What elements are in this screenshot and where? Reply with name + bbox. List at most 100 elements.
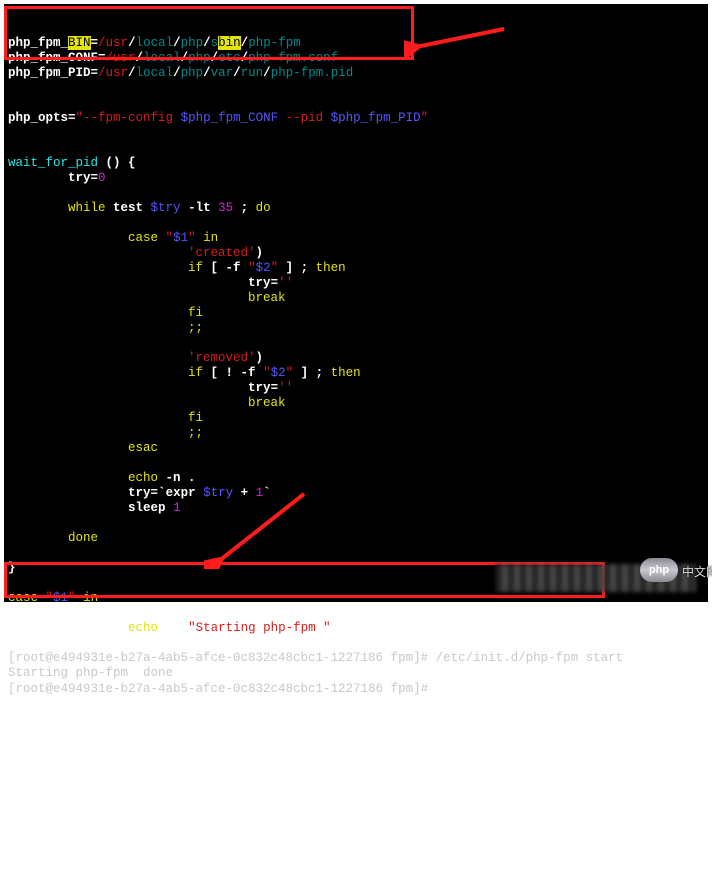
- code-token: ": [271, 261, 279, 275]
- code-token: $php_fpm_CONF: [181, 111, 279, 125]
- code-token: php_fpm_: [8, 36, 68, 50]
- code-line: Starting php-fpm done: [8, 666, 704, 681]
- code-token: ;;: [8, 321, 203, 335]
- code-token: --pid: [278, 111, 331, 125]
- code-token: in: [203, 231, 218, 245]
- code-token: php-fpm: [248, 36, 301, 50]
- watermark-text: 中文网: [682, 566, 712, 578]
- code-token: [8, 351, 188, 365]
- code-token: try: [248, 381, 271, 395]
- code-token: expr: [166, 486, 204, 500]
- code-token: $1: [53, 591, 68, 605]
- code-token: while: [68, 201, 106, 215]
- code-token: =: [68, 111, 76, 125]
- code-token: $php_fpm_PID: [331, 111, 421, 125]
- code-token: php-fpm.conf: [248, 51, 338, 65]
- code-token: [8, 471, 128, 485]
- code-token: +: [233, 486, 256, 500]
- code-line: break: [8, 291, 704, 306]
- code-token: /: [203, 36, 211, 50]
- code-token: [8, 276, 248, 290]
- code-line: "/etc/rc.d/init.d/php-fpm" 156L, 2411C w…: [8, 636, 704, 651]
- code-line: [8, 186, 704, 201]
- code-token: bin: [218, 36, 241, 50]
- code-token: $try: [203, 486, 233, 500]
- terminal[interactable]: php_fpm_BIN=/usr/local/php/sbin/php-fpmp…: [4, 4, 708, 602]
- code-token: [8, 261, 188, 275]
- code-token: -n: [158, 621, 188, 635]
- code-line: case "$1" in: [8, 231, 704, 246]
- code-token: $2: [271, 366, 286, 380]
- code-line: php_fpm_CONF=/usr/local/php/etc/php-fpm.…: [8, 51, 704, 66]
- code-token: =: [91, 66, 99, 80]
- code-token: 'removed': [188, 351, 256, 365]
- code-token: [196, 231, 204, 245]
- code-token: [root@e494931e-b27a-4ab5-afce-0c832c48cb…: [8, 651, 623, 665]
- code-line: [8, 81, 704, 96]
- code-content: php_fpm_BIN=/usr/local/php/sbin/php-fpmp…: [8, 36, 704, 697]
- code-token: [8, 411, 188, 425]
- code-token: (): [106, 156, 121, 170]
- code-token: =: [271, 381, 279, 395]
- code-token: =: [98, 51, 106, 65]
- code-line: [8, 126, 704, 141]
- code-token: =: [91, 36, 99, 50]
- code-token: local: [143, 51, 181, 65]
- code-token: in: [83, 591, 98, 605]
- code-token: esac: [128, 441, 158, 455]
- cursor: [436, 681, 443, 694]
- code-token: [8, 366, 188, 380]
- code-line: wait_for_pid () {: [8, 156, 704, 171]
- code-token: '': [278, 381, 293, 395]
- code-token: =`: [151, 486, 166, 500]
- code-token: fi: [188, 411, 203, 425]
- code-token: sleep: [128, 501, 166, 515]
- code-token: wait_for_pid: [8, 156, 106, 170]
- code-token: [8, 381, 248, 395]
- code-token: [ ! -f: [203, 366, 263, 380]
- code-token: /: [173, 66, 181, 80]
- code-token: =: [271, 276, 279, 290]
- code-token: BIN: [68, 36, 91, 50]
- code-token: 1: [173, 501, 181, 515]
- code-token: /usr: [98, 36, 128, 50]
- code-line: [8, 546, 704, 561]
- code-token: ": [263, 366, 271, 380]
- code-token: [8, 291, 248, 305]
- code-token: /: [211, 51, 219, 65]
- code-token: ] ;: [293, 366, 331, 380]
- code-token: [ -f: [203, 261, 248, 275]
- code-line: try='': [8, 381, 704, 396]
- code-line: echo -n "Starting php-fpm ": [8, 621, 704, 636]
- code-line: [8, 96, 704, 111]
- code-line: if [ -f "$2" ] ; then: [8, 261, 704, 276]
- code-line: try=`expr $try + 1`: [8, 486, 704, 501]
- code-token: 1: [256, 486, 264, 500]
- code-token: [8, 501, 128, 515]
- code-token: [8, 201, 68, 215]
- code-token: /: [136, 51, 144, 65]
- code-token: /: [263, 66, 271, 80]
- code-token: ": [421, 111, 429, 125]
- code-line: fi: [8, 411, 704, 426]
- code-line: [root@e494931e-b27a-4ab5-afce-0c832c48cb…: [8, 651, 704, 666]
- code-token: "Starting php-fpm ": [188, 621, 331, 635]
- code-token: [8, 486, 128, 500]
- code-token: var: [211, 66, 234, 80]
- code-token: [8, 171, 68, 185]
- code-token: local: [136, 36, 174, 50]
- code-token: 0: [98, 171, 106, 185]
- code-token: done: [68, 531, 98, 545]
- code-token: if: [188, 261, 203, 275]
- code-token: ": [158, 231, 173, 245]
- code-token: then: [331, 366, 361, 380]
- code-token: ;: [233, 201, 256, 215]
- code-line: sleep 1: [8, 501, 704, 516]
- code-token: =: [91, 171, 99, 185]
- watermark-badge: php: [640, 558, 678, 582]
- code-token: break: [248, 291, 286, 305]
- code-line: php_fpm_PID=/usr/local/php/var/run/php-f…: [8, 66, 704, 81]
- code-token: [8, 621, 128, 635]
- code-token: start): [8, 606, 113, 620]
- code-line: ;;: [8, 321, 704, 336]
